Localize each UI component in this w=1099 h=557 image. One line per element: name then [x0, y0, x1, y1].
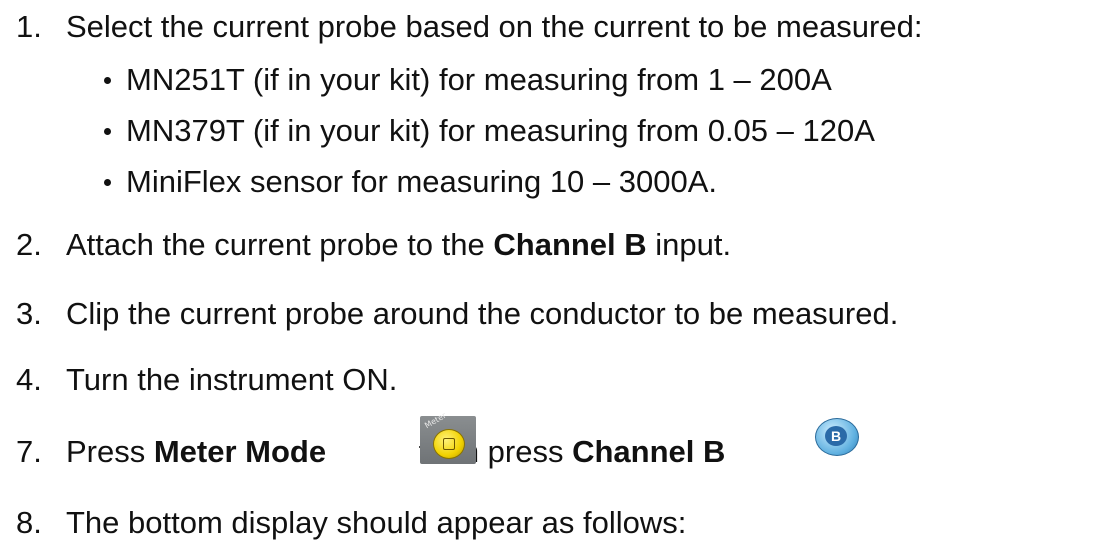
- step-text: Press Meter Mode then press Channel B: [66, 433, 725, 470]
- meter-label: Meter: [423, 410, 448, 431]
- meter-mode-label: Meter Mode: [153, 434, 327, 469]
- bullet-text: MN251T (if in your kit) for measuring fr…: [126, 62, 832, 97]
- step-text-pre: Press: [66, 434, 154, 469]
- step-number: 7.: [16, 434, 42, 469]
- bullet-text: MiniFlex sensor for measuring 10 – 3000A…: [126, 164, 718, 199]
- bullet-dot: [104, 128, 111, 135]
- meter-mode-button-icon: Meter: [420, 411, 476, 464]
- channel-b-letter: B: [825, 426, 847, 446]
- meter-knob-icon: [433, 429, 465, 459]
- step-text: Attach the current probe to the Channel …: [66, 226, 731, 263]
- channel-b-label: Channel B: [572, 434, 726, 469]
- bullet-dot: [104, 179, 111, 186]
- step-text: Turn the instrument ON.: [66, 362, 398, 397]
- step-number: 2.: [16, 227, 42, 262]
- bullet-dot: [104, 77, 111, 84]
- step-number: 4.: [16, 362, 42, 397]
- channel-b-label: Channel B: [493, 227, 647, 262]
- step-text: Clip the current probe around the conduc…: [66, 296, 899, 331]
- step-text: The bottom display should appear as foll…: [66, 505, 687, 540]
- step-number: 8.: [16, 505, 42, 540]
- channel-b-button-icon: B: [815, 418, 859, 456]
- step-text-post: input.: [646, 227, 732, 262]
- step-text-pre: Attach the current probe to the: [66, 227, 494, 262]
- step-number: 3.: [16, 296, 42, 331]
- bullet-text: MN379T (if in your kit) for measuring fr…: [126, 113, 875, 148]
- step-text: Select the current probe based on the cu…: [66, 9, 923, 44]
- step-number: 1.: [16, 9, 42, 44]
- meter-square-icon: [443, 438, 455, 450]
